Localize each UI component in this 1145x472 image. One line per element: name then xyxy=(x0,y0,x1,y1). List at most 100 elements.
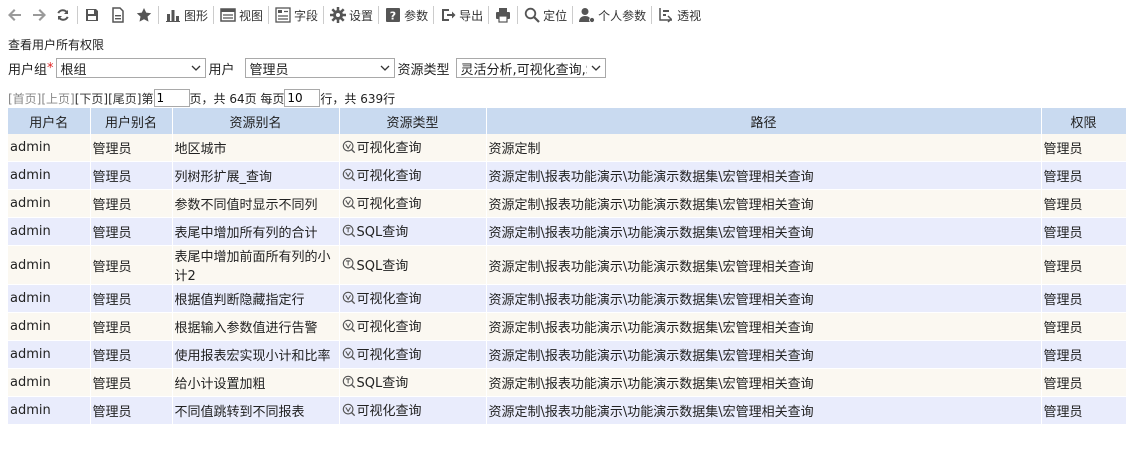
table-row[interactable]: admin 管理员 使用报表宏实现小计和比率 可视化查询 资源定制\报表功能演示\功能演… xyxy=(8,340,1127,369)
resource-type-label: 资源类型 xyxy=(397,62,450,78)
resource-type-select[interactable]: 灵活分析,可视化查询,S xyxy=(455,58,606,78)
cell-permission: 管理员 xyxy=(1041,217,1127,246)
page-number-input[interactable] xyxy=(153,89,190,107)
save-button[interactable] xyxy=(83,3,101,27)
cell-path: 资源定制\报表功能演示\功能演示数据集\宏管理相关查询 xyxy=(486,284,1042,313)
toolbar-divider xyxy=(378,6,380,24)
svg-text:?: ? xyxy=(390,10,396,23)
table-header-row: 用户名 用户别名 资源别名 资源类型 路径 权限 xyxy=(8,108,1127,134)
user-group-value: 根组 xyxy=(60,62,87,78)
cell-permission: 管理员 xyxy=(1041,312,1127,341)
settings-label: 设置 xyxy=(349,8,374,23)
favorite-button[interactable] xyxy=(135,3,153,27)
save-as-button[interactable] xyxy=(109,3,127,27)
field-button[interactable]: 字段 xyxy=(274,3,318,27)
personal-params-button[interactable]: 个人参数 xyxy=(578,3,646,27)
visual-query-icon xyxy=(342,196,357,210)
cell-path: 资源定制\报表功能演示\功能演示数据集\宏管理相关查询 xyxy=(486,245,1042,285)
forward-button[interactable] xyxy=(30,3,48,27)
export-label: 导出 xyxy=(459,8,484,23)
question-icon: ? xyxy=(384,6,402,24)
first-page-link[interactable]: [首页] xyxy=(8,90,41,107)
table-row[interactable]: admin 管理员 表尾中增加所有列的合计 SQL查询 资源定制\报表功能演示\功能演示… xyxy=(8,217,1127,246)
sql-query-icon xyxy=(342,375,357,389)
cell-path: 资源定制 xyxy=(486,134,1042,162)
cell-path: 资源定制\报表功能演示\功能演示数据集\宏管理相关查询 xyxy=(486,161,1042,190)
cell-resource-type: 可视化查询 xyxy=(339,161,487,190)
table-row[interactable]: admin 管理员 根据输入参数值进行告警 可视化查询 资源定制\报表功能演示\功能演示… xyxy=(8,312,1127,341)
next-page-link[interactable]: [下页] xyxy=(75,90,108,107)
table-row[interactable]: admin 管理员 参数不同值时显示不同列 可视化查询 资源定制\报表功能演示\功能演示… xyxy=(8,189,1127,218)
table-row[interactable]: admin 管理员 表尾中增加前面所有列的小计2 SQL查询 资源定制\报表功能演示\功… xyxy=(8,245,1127,285)
page-size-input[interactable] xyxy=(284,89,321,107)
cell-resource-type: 可视化查询 xyxy=(339,189,487,218)
cell-resource-type: 可视化查询 xyxy=(339,312,487,341)
user-value: 管理员 xyxy=(249,62,289,78)
user-group-select[interactable]: 根组 xyxy=(55,58,206,78)
cell-permission: 管理员 xyxy=(1041,134,1127,162)
sql-query-icon xyxy=(342,224,357,238)
table-row[interactable]: admin 管理员 根据值判断隐藏指定行 可视化查询 资源定制\报表功能演示\功能演示数… xyxy=(8,284,1127,313)
cell-path: 资源定制\报表功能演示\功能演示数据集\宏管理相关查询 xyxy=(486,396,1042,425)
cell-user: admin xyxy=(8,245,91,285)
cell-resource-type: SQL查询 xyxy=(339,245,487,285)
toolbar-divider xyxy=(77,6,78,24)
back-button[interactable] xyxy=(6,3,24,27)
cell-resource-type: SQL查询 xyxy=(339,217,487,246)
column-header[interactable]: 路径 xyxy=(486,108,1042,134)
column-header[interactable]: 用户名 xyxy=(8,108,91,134)
print-button[interactable] xyxy=(494,3,512,27)
cell-permission: 管理员 xyxy=(1041,396,1127,425)
last-page-link[interactable]: [尾页] xyxy=(108,90,141,107)
toolbar-divider xyxy=(572,6,574,24)
chevron-down-icon xyxy=(191,65,200,71)
chart-label: 图形 xyxy=(184,8,209,23)
settings-button[interactable]: 设置 xyxy=(329,3,373,27)
locate-label: 定位 xyxy=(543,8,568,23)
table-row[interactable]: admin 管理员 给小计设置加粗 SQL查询 资源定制\报表功能演示\功能演示数据集\… xyxy=(8,368,1127,397)
cell-user-alias: 管理员 xyxy=(90,189,173,218)
resource-type-text: 可视化查询 xyxy=(356,348,422,364)
column-header[interactable]: 资源别名 xyxy=(172,108,340,134)
cell-permission: 管理员 xyxy=(1041,245,1127,285)
prev-page-link[interactable]: [上页] xyxy=(41,90,74,107)
cell-path: 资源定制\报表功能演示\功能演示数据集\宏管理相关查询 xyxy=(486,189,1042,218)
cell-path: 资源定制\报表功能演示\功能演示数据集\宏管理相关查询 xyxy=(486,312,1042,341)
arrow-left-icon xyxy=(6,6,24,24)
user-select[interactable]: 管理员 xyxy=(244,58,395,78)
table-row[interactable]: admin 管理员 地区城市 可视化查询 资源定制 管理员 xyxy=(8,134,1127,162)
toolbar-divider xyxy=(433,6,435,24)
visual-query-icon xyxy=(342,291,357,305)
column-header[interactable]: 资源类型 xyxy=(339,108,487,134)
column-header[interactable]: 用户别名 xyxy=(90,108,173,134)
cell-resource: 不同值跳转到不同报表 xyxy=(172,396,340,425)
table-row[interactable]: admin 管理员 不同值跳转到不同报表 可视化查询 资源定制\报表功能演示\功能演示数… xyxy=(8,396,1127,425)
table-row[interactable]: admin 管理员 列树形扩展_查询 可视化查询 资源定制\报表功能演示\功能演示数据集… xyxy=(8,161,1127,190)
cell-resource-type: SQL查询 xyxy=(339,368,487,397)
user-settings-icon xyxy=(578,6,596,24)
user-group-label: 用户组 xyxy=(8,62,48,78)
view-button[interactable]: 视图 xyxy=(219,3,263,27)
refresh-button[interactable] xyxy=(54,3,72,27)
visual-query-icon xyxy=(342,140,357,154)
cell-path: 资源定制\报表功能演示\功能演示数据集\宏管理相关查询 xyxy=(486,368,1042,397)
cell-user-alias: 管理员 xyxy=(90,161,173,190)
chart-button[interactable]: 图形 xyxy=(164,3,208,27)
chevron-down-icon xyxy=(591,65,601,71)
locate-button[interactable]: 定位 xyxy=(523,3,567,27)
page-suffix: 页，共 64页 每页 xyxy=(189,91,285,106)
toolbar-divider xyxy=(488,6,490,24)
export-button[interactable]: 导出 xyxy=(439,3,483,27)
resource-type-text: 可视化查询 xyxy=(356,169,422,185)
cell-resource-type: 可视化查询 xyxy=(339,284,487,313)
cell-user-alias: 管理员 xyxy=(90,134,173,162)
field-label: 字段 xyxy=(294,8,319,23)
toolbar-divider xyxy=(158,6,159,24)
params-button[interactable]: ? 参数 xyxy=(384,3,428,27)
pivot-button[interactable]: 透视 xyxy=(657,3,701,27)
column-header[interactable]: 权限 xyxy=(1041,108,1127,134)
cell-permission: 管理员 xyxy=(1041,284,1127,313)
toolbar-divider xyxy=(651,6,653,24)
cell-resource: 根据输入参数值进行告警 xyxy=(172,312,340,341)
visual-query-icon xyxy=(342,403,357,417)
